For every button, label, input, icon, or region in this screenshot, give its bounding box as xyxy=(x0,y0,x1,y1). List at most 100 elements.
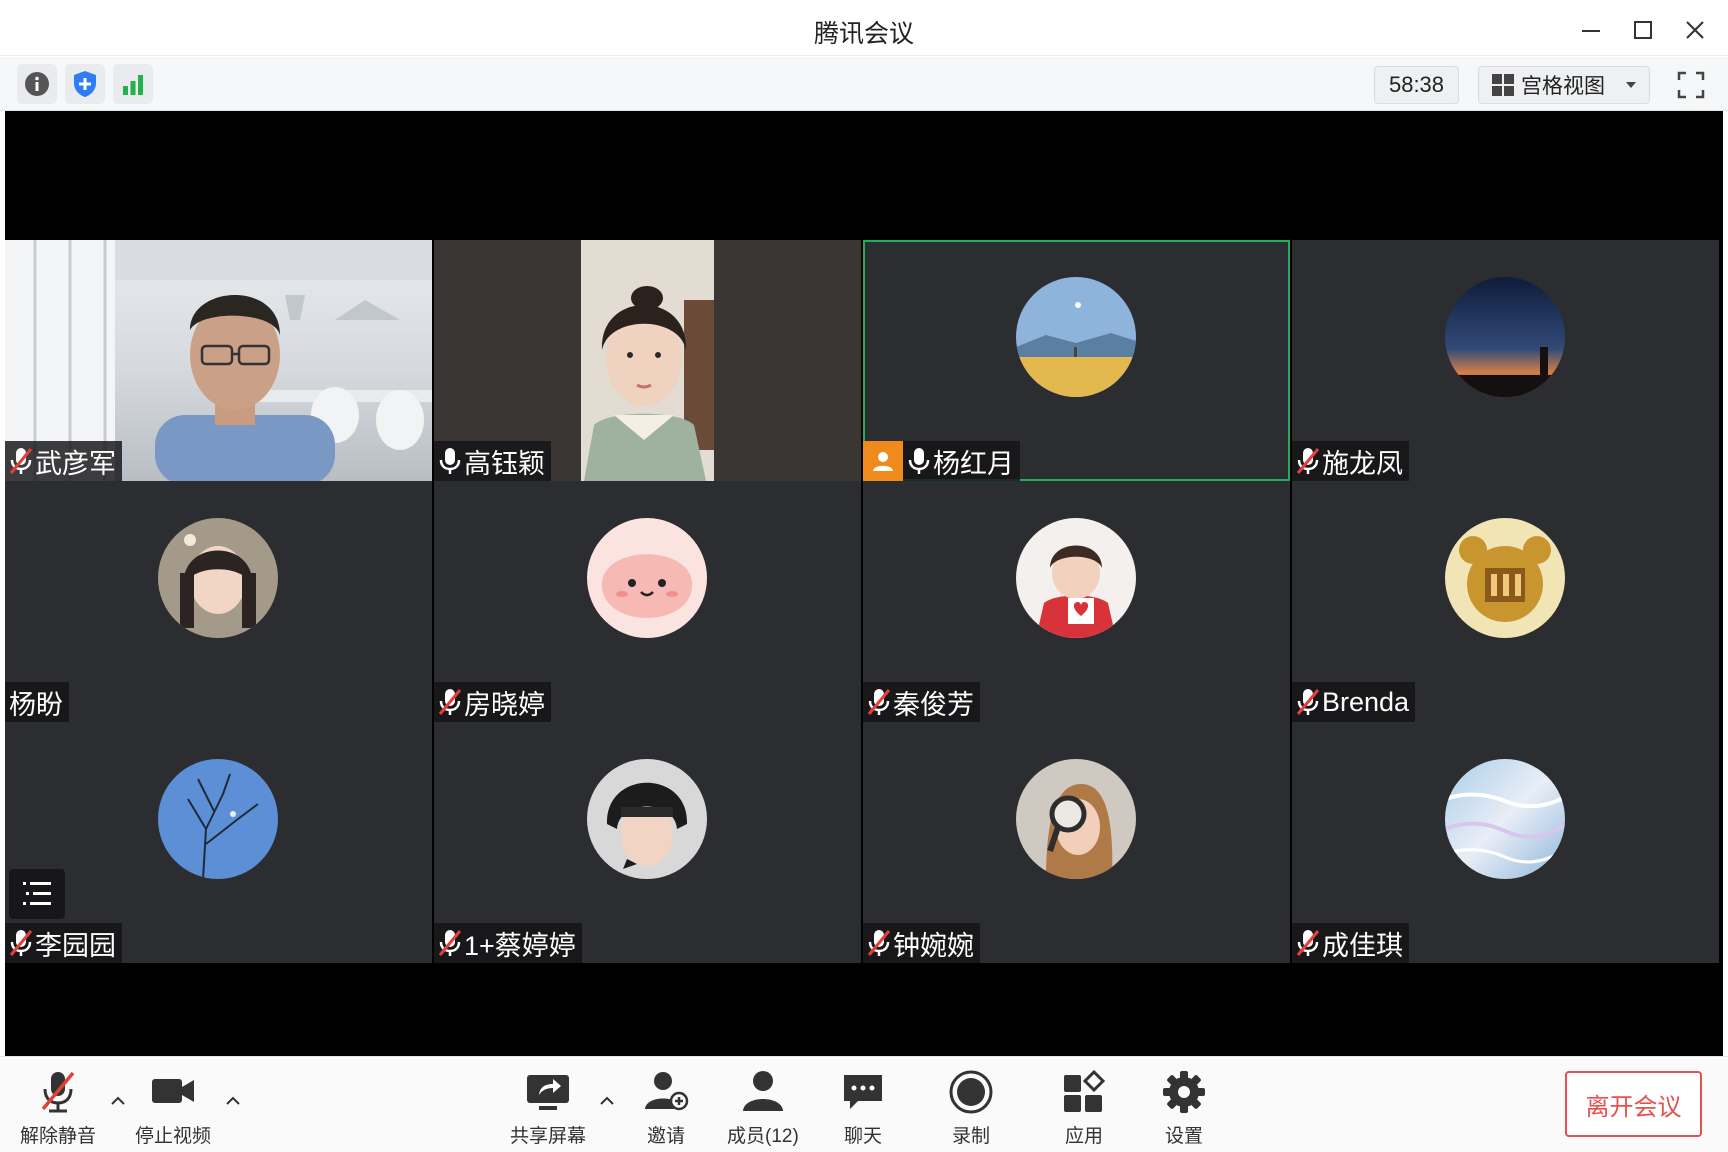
window-title: 腾讯会议 xyxy=(813,20,914,48)
leave-meeting-button[interactable]: 离开会议 xyxy=(1565,1071,1702,1137)
participant-avatar xyxy=(158,759,278,879)
participant-tile[interactable]: 李园园 xyxy=(5,722,432,963)
participant-nametag: 武彦军 xyxy=(5,441,122,481)
participant-avatar xyxy=(1016,759,1136,879)
participant-tile[interactable]: 秦俊芳 xyxy=(863,481,1290,722)
participant-tile[interactable]: 高钰颖 xyxy=(434,240,861,481)
participant-nametag: 钟婉婉 xyxy=(863,923,980,963)
info-icon xyxy=(25,72,49,96)
share-screen-label: 共享屏幕 xyxy=(510,1126,587,1147)
audio-options-button[interactable] xyxy=(106,1089,130,1113)
fullscreen-button[interactable] xyxy=(1672,66,1710,104)
network-status-button[interactable] xyxy=(113,64,153,104)
mic-icon xyxy=(908,448,930,474)
participant-nametag: 成佳琪 xyxy=(1292,923,1409,963)
participant-name: 李园园 xyxy=(35,930,116,961)
participant-tile[interactable]: 成佳琪 xyxy=(1292,722,1719,963)
unmute-button[interactable]: 解除静音 xyxy=(20,1069,96,1148)
participant-avatar xyxy=(587,518,707,638)
participant-list-button[interactable] xyxy=(9,869,65,919)
mic-icon xyxy=(439,448,461,474)
apps-button[interactable]: 应用 xyxy=(1061,1069,1107,1148)
participant-nametag: 李园园 xyxy=(5,923,122,963)
participant-nametag: 1+蔡婷婷 xyxy=(434,923,582,963)
record-button[interactable]: 录制 xyxy=(948,1069,994,1148)
view-mode-label: 宫格视图 xyxy=(1521,75,1605,98)
participant-name: 秦俊芳 xyxy=(893,689,974,720)
participant-tile[interactable]: 杨红月 xyxy=(863,240,1290,481)
participant-nametag: 房晓婷 xyxy=(434,682,551,722)
maximize-icon xyxy=(1634,21,1652,39)
minimize-button[interactable] xyxy=(1573,12,1609,48)
invite-button[interactable]: 邀请 xyxy=(643,1069,689,1148)
invite-label: 邀请 xyxy=(646,1126,685,1147)
participant-name: 杨红月 xyxy=(933,448,1014,479)
mic-muted-icon xyxy=(438,930,462,956)
maximize-button[interactable] xyxy=(1625,12,1661,48)
video-options-button[interactable] xyxy=(221,1089,245,1113)
security-button[interactable] xyxy=(65,64,105,104)
view-mode-selector[interactable]: 宫格视图 xyxy=(1478,66,1650,104)
gear-icon xyxy=(1163,1071,1205,1113)
chat-icon xyxy=(844,1075,882,1109)
members-button[interactable]: 成员(12) xyxy=(727,1069,799,1148)
close-button[interactable] xyxy=(1677,12,1713,48)
shield-icon xyxy=(74,71,96,97)
chevron-up-icon xyxy=(226,1096,240,1105)
participant-tile[interactable]: 1+蔡婷婷 xyxy=(434,722,861,963)
apps-label: 应用 xyxy=(1064,1126,1103,1147)
participant-avatar xyxy=(587,759,707,879)
mic-muted-icon xyxy=(9,930,33,956)
participant-avatar xyxy=(1016,277,1136,397)
mic-muted-icon xyxy=(1296,448,1320,474)
participant-tile[interactable]: Brenda xyxy=(1292,481,1719,722)
settings-label: 设置 xyxy=(1164,1126,1203,1147)
participant-name: 杨盼 xyxy=(9,689,63,720)
share-options-button[interactable] xyxy=(595,1089,619,1113)
participant-tile[interactable]: 房晓婷 xyxy=(434,481,861,722)
participant-avatar xyxy=(1445,277,1565,397)
participant-nametag: 施龙凤 xyxy=(1292,441,1409,481)
meeting-timer: 58:38 xyxy=(1374,66,1459,104)
members-icon xyxy=(742,1071,783,1111)
stop-video-button[interactable]: 停止视频 xyxy=(135,1069,211,1148)
host-icon xyxy=(873,452,893,471)
share-screen-button[interactable]: 共享屏幕 xyxy=(510,1069,586,1148)
fullscreen-icon xyxy=(1677,71,1705,99)
mic-muted-icon xyxy=(867,689,891,715)
participant-tile[interactable]: 施龙凤 xyxy=(1292,240,1719,481)
camera-icon xyxy=(152,1079,194,1103)
unmute-label: 解除静音 xyxy=(20,1126,97,1147)
participant-name: Brenda xyxy=(1322,686,1410,717)
members-label: 成员(12) xyxy=(727,1126,799,1147)
meeting-controls: 解除静音 停止视频 共享屏幕 邀请 成员(12) 聊天 录制 应用 设置 离开会… xyxy=(0,1056,1728,1152)
participant-nametag: 秦俊芳 xyxy=(863,682,980,722)
record-icon xyxy=(949,1070,993,1114)
participant-grid: 武彦军 高钰颖 杨红月 施龙凤 杨盼 房晓婷 秦俊芳 Brenda 李园园 1+… xyxy=(5,240,1721,963)
participant-nametag: 高钰颖 xyxy=(434,441,551,481)
title-bar: 腾讯会议 xyxy=(0,0,1728,56)
participant-tile[interactable]: 武彦军 xyxy=(5,240,432,481)
participant-tile[interactable]: 杨盼 xyxy=(5,481,432,722)
apps-icon xyxy=(1064,1069,1106,1112)
stop-video-label: 停止视频 xyxy=(135,1126,212,1147)
participant-name: 高钰颖 xyxy=(464,448,545,479)
participant-name: 钟婉婉 xyxy=(893,930,974,961)
host-badge xyxy=(863,441,903,481)
video-stage: 武彦军 高钰颖 杨红月 施龙凤 杨盼 房晓婷 秦俊芳 Brenda 李园园 1+… xyxy=(5,111,1723,1056)
meeting-info-button[interactable] xyxy=(17,64,57,104)
add-user-icon xyxy=(645,1072,689,1111)
participant-name: 成佳琪 xyxy=(1322,930,1403,961)
participant-tile[interactable]: 钟婉婉 xyxy=(863,722,1290,963)
participant-avatar xyxy=(1445,759,1565,879)
mic-muted-icon xyxy=(9,448,33,474)
settings-button[interactable]: 设置 xyxy=(1161,1069,1207,1148)
chat-button[interactable]: 聊天 xyxy=(840,1069,886,1148)
signal-icon xyxy=(123,75,143,95)
record-label: 录制 xyxy=(951,1126,990,1147)
participant-nametag: 杨盼 xyxy=(5,682,69,722)
share-screen-icon xyxy=(527,1075,569,1110)
participant-avatar xyxy=(158,518,278,638)
chevron-up-icon xyxy=(600,1096,614,1105)
mic-muted-icon xyxy=(41,1071,75,1113)
